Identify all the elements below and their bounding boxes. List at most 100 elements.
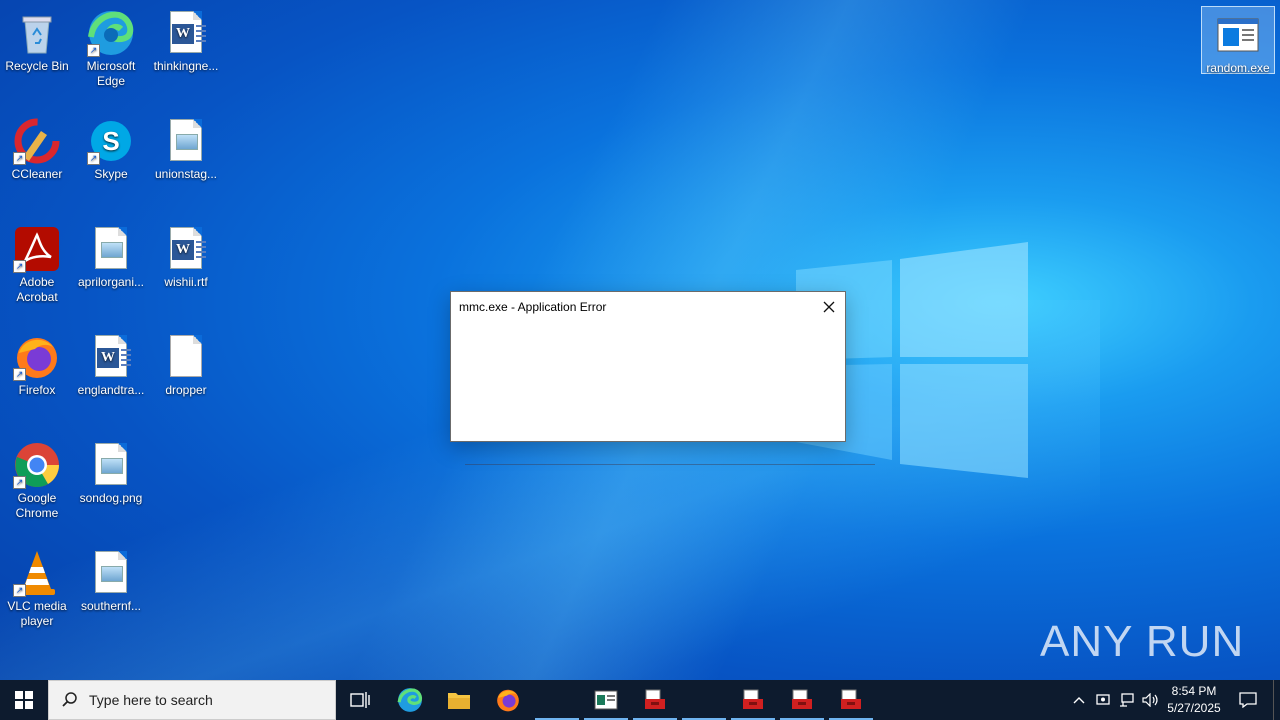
anyrun-watermark: ANY RUN bbox=[1040, 612, 1245, 672]
clock-date: 5/27/2025 bbox=[1167, 701, 1221, 715]
taskbar-app-button-4[interactable] bbox=[680, 680, 728, 720]
taskbar: Type here to search 8:54 PM 5/27/2025 bbox=[0, 680, 1280, 720]
shortcut-arrow-icon: ↗ bbox=[87, 152, 100, 165]
network-button[interactable] bbox=[1116, 680, 1138, 720]
shortcut-arrow-icon: ↗ bbox=[87, 44, 100, 57]
dialog-shadow-line bbox=[465, 464, 875, 465]
chrome-icon: ↗ bbox=[13, 441, 61, 489]
icon-label: Microsoft Edge bbox=[86, 59, 136, 88]
task-view-button[interactable] bbox=[336, 680, 384, 720]
taskbar-app-button-1[interactable] bbox=[533, 680, 581, 720]
tray-app-icon[interactable] bbox=[1092, 680, 1114, 720]
desktop-icon-firefox[interactable]: ↗ Firefox bbox=[1, 329, 73, 398]
desktop-icon-recycle-bin[interactable]: Recycle Bin bbox=[1, 5, 73, 74]
start-button[interactable] bbox=[0, 680, 48, 720]
taskbar-app-button-6[interactable] bbox=[778, 680, 826, 720]
shortcut-arrow-icon: ↗ bbox=[13, 152, 26, 165]
desktop-icon-unionstag[interactable]: unionstag... bbox=[150, 113, 222, 182]
close-icon bbox=[823, 301, 835, 313]
icon-label: southernf... bbox=[80, 599, 142, 613]
taskbar-clock[interactable]: 8:54 PM 5/27/2025 bbox=[1160, 683, 1228, 717]
search-icon bbox=[62, 692, 77, 707]
taskbar-app-button-5[interactable] bbox=[729, 680, 777, 720]
desktop-icon-vlc[interactable]: ↗ VLC media player bbox=[1, 545, 73, 629]
desktop-icon-microsoft-edge[interactable]: ↗ Microsoft Edge bbox=[75, 5, 147, 89]
taskbar-app-button-7[interactable] bbox=[827, 680, 875, 720]
edge-icon bbox=[397, 688, 423, 712]
shortcut-arrow-icon: ↗ bbox=[13, 476, 26, 489]
adobe-acrobat-icon: ↗ bbox=[13, 225, 61, 273]
icon-label: Google Chrome bbox=[15, 491, 59, 520]
clock-time: 8:54 PM bbox=[1171, 684, 1217, 698]
watermark-play-icon bbox=[1244, 642, 1245, 643]
recycle-bin-icon bbox=[13, 9, 61, 57]
icon-label: englandtra... bbox=[77, 383, 145, 397]
image-file-icon bbox=[162, 117, 210, 165]
taskbar-edge-button[interactable] bbox=[386, 680, 434, 720]
desktop-icon-random-exe[interactable]: random.exe bbox=[1201, 6, 1275, 75]
image-file-icon bbox=[87, 441, 135, 489]
desktop-icon-southernf[interactable]: southernf... bbox=[75, 545, 147, 614]
task-view-icon bbox=[350, 692, 370, 708]
desktop-icon-sondog[interactable]: sondog.png bbox=[75, 437, 147, 506]
monitor-app-icon bbox=[1096, 694, 1110, 705]
desktop-icon-thinkingne[interactable]: W thinkingne... bbox=[150, 5, 222, 74]
icon-label: unionstag... bbox=[154, 167, 218, 181]
icon-label: Adobe Acrobat bbox=[16, 275, 58, 304]
word-document-icon: W bbox=[87, 333, 135, 381]
image-file-icon bbox=[87, 549, 135, 597]
shortcut-arrow-icon: ↗ bbox=[13, 584, 26, 597]
image-file-icon bbox=[87, 225, 135, 273]
firefox-icon: ↗ bbox=[13, 333, 61, 381]
icon-label: aprilorgani... bbox=[77, 275, 145, 289]
icon-label: thinkingne... bbox=[153, 59, 219, 73]
toolbox-icon bbox=[645, 689, 665, 709]
taskbar-app-button-2[interactable] bbox=[582, 680, 630, 720]
skype-icon: S ↗ bbox=[87, 117, 135, 165]
icon-label: VLC media player bbox=[7, 599, 67, 628]
desktop-icon-google-chrome[interactable]: ↗ Google Chrome bbox=[1, 437, 73, 521]
dialog-close-button[interactable] bbox=[813, 292, 845, 322]
toolbox-icon bbox=[743, 689, 763, 709]
desktop-icon-englandtra[interactable]: W englandtra... bbox=[75, 329, 147, 398]
desktop-icon-dropper[interactable]: dropper bbox=[150, 329, 222, 398]
taskbar-app-button-3[interactable] bbox=[631, 680, 679, 720]
toolbox-icon bbox=[841, 689, 861, 709]
shortcut-arrow-icon: ↗ bbox=[13, 368, 26, 381]
volume-button[interactable] bbox=[1140, 680, 1162, 720]
icon-label: CCleaner bbox=[11, 167, 63, 181]
show-hidden-icons-button[interactable] bbox=[1068, 680, 1090, 720]
icon-label: random.exe bbox=[1206, 61, 1270, 75]
icon-label: dropper bbox=[165, 383, 207, 397]
toolbox-icon bbox=[792, 689, 812, 709]
icon-label: wishii.rtf bbox=[164, 275, 208, 289]
chevron-up-icon bbox=[1073, 697, 1085, 704]
taskbar-file-explorer-button[interactable] bbox=[435, 680, 483, 720]
executable-icon bbox=[1214, 11, 1262, 59]
desktop-icon-skype[interactable]: S ↗ Skype bbox=[75, 113, 147, 182]
watermark-text: ANY RUN bbox=[1040, 617, 1245, 666]
svg-text:S: S bbox=[102, 126, 119, 156]
icon-label: sondog.png bbox=[79, 491, 143, 505]
icon-label: Recycle Bin bbox=[5, 59, 69, 73]
desktop-icon-ccleaner[interactable]: ↗ CCleaner bbox=[1, 113, 73, 182]
icon-label: Firefox bbox=[18, 383, 56, 397]
dialog-title: mmc.exe - Application Error bbox=[459, 300, 607, 314]
word-document-icon: W bbox=[162, 225, 210, 273]
speaker-icon bbox=[1142, 693, 1158, 707]
desktop-icon-aprilorgani[interactable]: aprilorgani... bbox=[75, 221, 147, 290]
desktop-icon-wishii[interactable]: W wishii.rtf bbox=[150, 221, 222, 290]
word-document-icon: W bbox=[162, 9, 210, 57]
blank-file-icon bbox=[162, 333, 210, 381]
windows-start-icon bbox=[15, 691, 33, 709]
vlc-icon: ↗ bbox=[13, 549, 61, 597]
show-desktop-button[interactable] bbox=[1273, 680, 1280, 720]
desktop-icon-adobe-acrobat[interactable]: ↗ Adobe Acrobat bbox=[1, 221, 73, 305]
action-center-button[interactable] bbox=[1234, 680, 1262, 720]
folder-icon bbox=[448, 693, 470, 709]
taskbar-search-box[interactable]: Type here to search bbox=[48, 680, 336, 720]
ccleaner-icon: ↗ bbox=[13, 117, 61, 165]
taskbar-firefox-button[interactable] bbox=[484, 680, 532, 720]
search-placeholder: Type here to search bbox=[89, 692, 213, 708]
application-window-icon bbox=[594, 690, 618, 710]
